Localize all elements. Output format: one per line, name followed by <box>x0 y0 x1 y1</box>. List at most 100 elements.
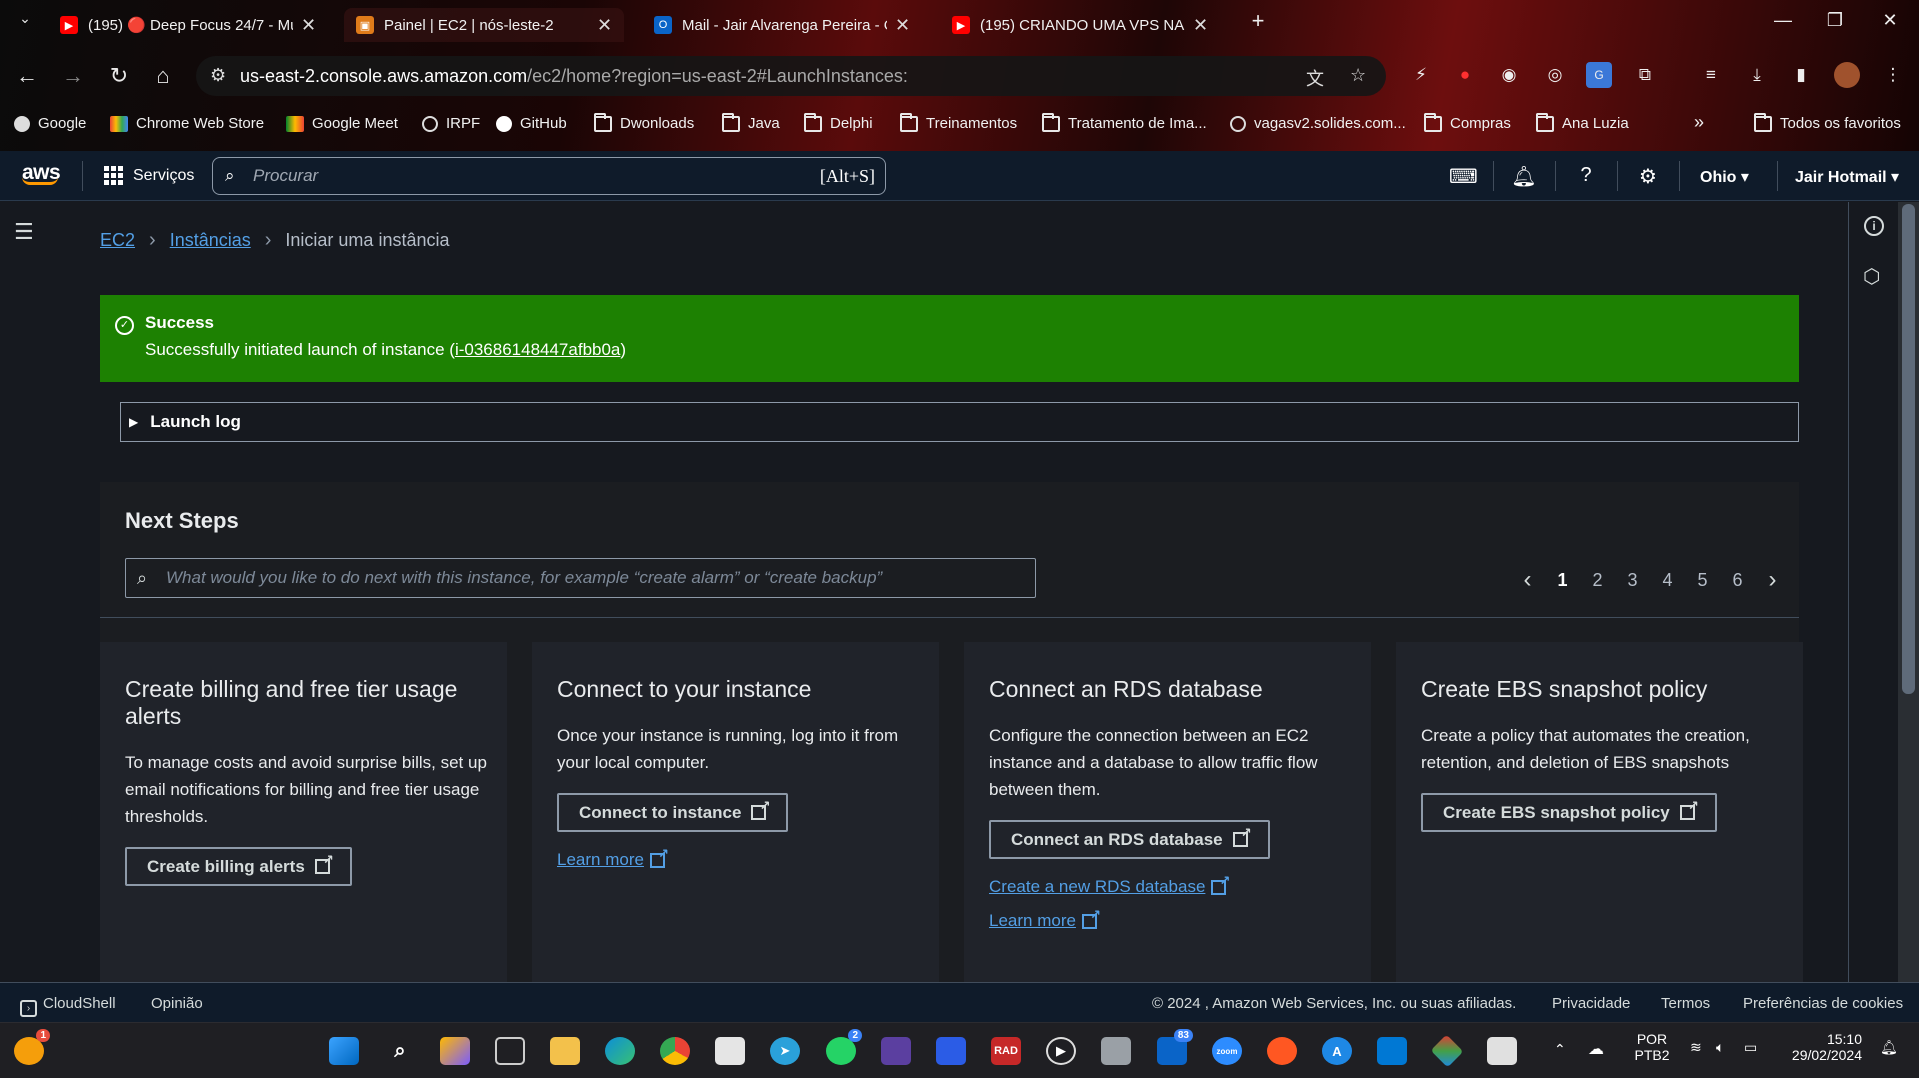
account-menu[interactable]: Jair Hotmail ▾ <box>1795 167 1899 187</box>
prev-page-icon[interactable]: ‹ <box>1510 566 1545 594</box>
bookmark-chrome-web-store[interactable]: Chrome Web Store <box>110 115 264 132</box>
connect-to-instance-button[interactable]: Connect to instance <box>557 793 789 832</box>
all-bookmarks-folder[interactable]: Todos os favoritos <box>1754 112 1901 132</box>
bookmark-compras[interactable]: Compras <box>1424 112 1511 132</box>
home-icon[interactable]: ⌂ <box>148 63 178 89</box>
edge-icon[interactable] <box>605 1037 635 1065</box>
hexagon-icon[interactable]: ⬡ <box>1863 264 1880 289</box>
record-icon[interactable]: ● <box>1452 62 1478 88</box>
bookmark-ana-luzia[interactable]: Ana Luzia <box>1536 112 1629 132</box>
cloud-icon[interactable]: ☁ <box>1588 1039 1604 1059</box>
bookmark-vagas[interactable]: vagasv2.solides.com... <box>1230 115 1406 132</box>
page-1[interactable]: 1 <box>1545 570 1580 591</box>
avatar[interactable] <box>1834 62 1860 88</box>
document-icon[interactable] <box>1487 1037 1517 1065</box>
bookmark-google-meet[interactable]: Google Meet <box>286 115 398 132</box>
bookmark-java[interactable]: Java <box>722 112 780 132</box>
notifications-bell-icon[interactable]: 🔔︎ <box>1511 164 1537 189</box>
file-explorer-icon[interactable] <box>550 1037 580 1065</box>
zoom-icon[interactable]: zoom <box>1212 1037 1242 1065</box>
search-icon[interactable]: ⌕ <box>385 1037 415 1065</box>
address-bar[interactable]: ⚙ us-east-2.console.aws.amazon.com/ec2/h… <box>196 56 1386 96</box>
aws-logo[interactable]: aws <box>22 161 61 185</box>
more-bookmarks-icon[interactable]: » <box>1694 112 1704 133</box>
cookie-preferences-link[interactable]: Preferências de cookies <box>1743 995 1903 1012</box>
app-icon[interactable] <box>1267 1037 1297 1065</box>
translate-icon[interactable]: 文 <box>1306 65 1324 91</box>
connect-rds-database-button[interactable]: Connect an RDS database <box>989 820 1270 859</box>
clock[interactable]: 15:10 29/02/2024 <box>1772 1031 1862 1063</box>
bookmark-google[interactable]: Google <box>14 115 86 132</box>
outlook-icon[interactable]: 83 <box>1157 1029 1193 1065</box>
tab-youtube-deep-focus[interactable]: ▶ (195) 🔴 Deep Focus 24/7 - Mú ✕ <box>48 8 328 42</box>
app-icon[interactable] <box>881 1037 911 1065</box>
page-6[interactable]: 6 <box>1720 570 1755 591</box>
download-icon[interactable]: ⤓ <box>1744 62 1770 88</box>
breadcrumb-ec2[interactable]: EC2 <box>100 230 135 251</box>
app-icon[interactable] <box>936 1037 966 1065</box>
start-windows-icon[interactable] <box>329 1037 359 1065</box>
services-menu[interactable]: Serviços <box>104 166 194 185</box>
bookmark-treinamentos[interactable]: Treinamentos <box>900 112 1017 132</box>
terms-link[interactable]: Termos <box>1661 995 1710 1012</box>
battery-icon[interactable]: ▭ <box>1744 1039 1757 1056</box>
widgets-icon[interactable]: 1 <box>14 1029 50 1065</box>
close-window-icon[interactable]: ✕ <box>1870 10 1910 31</box>
tab-mail[interactable]: O Mail - Jair Alvarenga Pereira - O ✕ <box>642 8 922 42</box>
learn-more-link[interactable]: Learn more <box>989 907 1101 931</box>
language-indicator[interactable]: POR PTB2 <box>1628 1031 1676 1063</box>
telegram-icon[interactable]: ➤ <box>770 1037 800 1065</box>
next-steps-search-input[interactable]: ⌕ What would you like to do next with th… <box>125 558 1036 598</box>
translate-extension-icon[interactable]: G <box>1586 62 1612 88</box>
aws-search-input[interactable]: ⌕ Procurar [Alt+S] <box>212 157 886 195</box>
store-icon[interactable] <box>715 1037 745 1065</box>
bookmark-dwonloads[interactable]: Dwonloads <box>594 112 694 132</box>
tab-youtube-vps[interactable]: ▶ (195) CRIANDO UMA VPS NA A ✕ <box>940 8 1220 42</box>
forward-icon[interactable]: → <box>58 63 88 89</box>
close-tab-icon[interactable]: ✕ <box>301 15 316 36</box>
launch-log-expander[interactable]: ▶ Launch log <box>120 402 1799 442</box>
tab-ec2-panel[interactable]: ▣ Painel | EC2 | nós-leste-2 ✕ <box>344 8 625 42</box>
learn-more-link[interactable]: Learn more <box>557 846 669 870</box>
close-tab-icon[interactable]: ✕ <box>597 15 612 36</box>
menu-icon[interactable]: ⋮ <box>1880 62 1906 88</box>
cloudshell-button[interactable]: › CloudShell <box>20 995 116 1017</box>
new-tab-button[interactable]: + <box>1238 8 1278 34</box>
settings-gear-icon[interactable]: ⚙ <box>1635 164 1661 189</box>
region-selector[interactable]: Ohio ▾ <box>1700 167 1749 187</box>
database-icon[interactable] <box>1101 1037 1131 1065</box>
create-billing-alerts-button[interactable]: Create billing alerts <box>125 847 352 886</box>
vscode-icon[interactable] <box>1377 1037 1407 1065</box>
task-view-icon[interactable] <box>495 1037 525 1065</box>
wifi-icon[interactable]: ≋ <box>1690 1039 1702 1056</box>
bookmark-tratamento[interactable]: Tratamento de Ima... <box>1042 112 1207 132</box>
puzzle-icon[interactable]: ⧉ <box>1632 62 1658 88</box>
minimize-icon[interactable]: — <box>1763 10 1803 31</box>
media-icon[interactable]: ≡ <box>1698 62 1724 88</box>
volume-icon[interactable]: 🔈︎ <box>1716 1039 1724 1056</box>
git-icon[interactable] <box>1430 1034 1464 1068</box>
instance-id-link[interactable]: i-03686148447afbb0a <box>455 340 620 359</box>
extension-icon[interactable]: ⚡ <box>1408 62 1434 88</box>
rad-studio-icon[interactable]: RAD <box>991 1037 1021 1065</box>
extension-icon[interactable]: ◉ <box>1496 62 1522 88</box>
page-scrollbar[interactable] <box>1898 202 1919 982</box>
close-tab-icon[interactable]: ✕ <box>1193 15 1208 36</box>
hamburger-menu-icon[interactable]: ☰ <box>14 219 34 245</box>
reload-icon[interactable]: ↻ <box>104 63 134 89</box>
info-icon[interactable]: i <box>1864 216 1884 236</box>
close-tab-icon[interactable]: ✕ <box>895 15 910 36</box>
bookmark-github[interactable]: GitHub <box>496 115 567 132</box>
bookmark-delphi[interactable]: Delphi <box>804 112 873 132</box>
restore-icon[interactable]: ❐ <box>1815 10 1855 31</box>
page-2[interactable]: 2 <box>1580 570 1615 591</box>
chrome-icon[interactable] <box>660 1037 690 1065</box>
site-info-icon[interactable]: ⚙ <box>210 65 226 86</box>
side-panel-icon[interactable]: ▮ <box>1788 62 1814 88</box>
breadcrumb-instances[interactable]: Instâncias <box>170 230 251 251</box>
feedback-link[interactable]: Opinião <box>151 995 203 1012</box>
notification-bell-icon[interactable]: 🔔︎ <box>1880 1039 1898 1056</box>
page-4[interactable]: 4 <box>1650 570 1685 591</box>
cloudshell-icon[interactable]: ⌨ <box>1449 164 1478 189</box>
privacy-link[interactable]: Privacidade <box>1552 995 1630 1012</box>
